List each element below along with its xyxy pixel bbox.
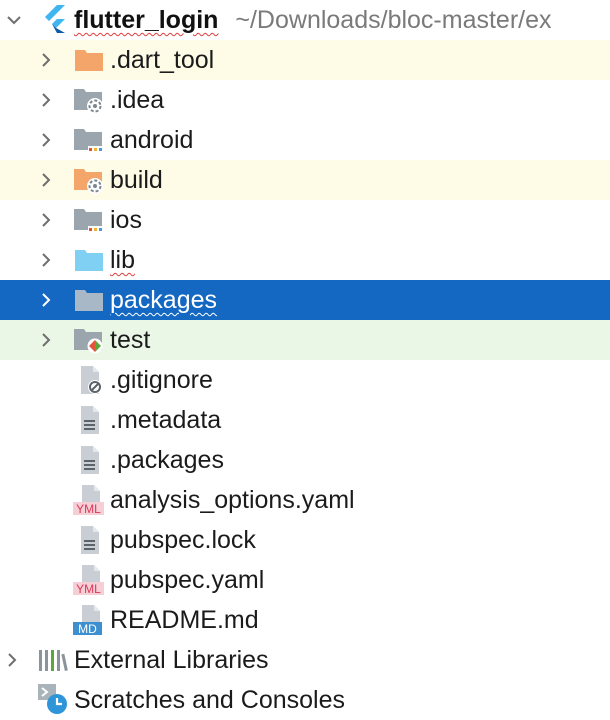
module-folder-icon xyxy=(72,203,106,237)
text-file-icon xyxy=(72,523,106,557)
tree-item-label: .dart_tool xyxy=(110,46,215,74)
chevron-right-icon[interactable] xyxy=(34,160,58,200)
source-folder-icon xyxy=(72,243,106,277)
tree-item-label: .idea xyxy=(110,86,165,114)
tree-row-folder-selected[interactable]: packages xyxy=(0,280,610,320)
test-folder-icon xyxy=(72,323,106,357)
tree-item-label: pubspec.yaml xyxy=(110,566,265,594)
excluded-folder-icon xyxy=(72,163,106,197)
yaml-file-icon: YML xyxy=(72,563,106,597)
tree-item-label: build xyxy=(110,166,163,194)
tree-item-label: lib xyxy=(110,246,136,274)
project-tree: flutter_login ~/Downloads/bloc-master/ex… xyxy=(0,0,610,720)
yaml-badge-text: YML xyxy=(76,502,101,516)
tree-row-folder[interactable]: ios xyxy=(0,200,610,240)
tree-row-file[interactable]: YML pubspec.yaml xyxy=(0,560,610,600)
tree-row-folder[interactable]: lib xyxy=(0,240,610,280)
tree-row-file[interactable]: .packages xyxy=(0,440,610,480)
tree-item-label: README.md xyxy=(110,606,259,634)
chevron-right-icon[interactable] xyxy=(34,320,58,360)
tree-item-label: .gitignore xyxy=(110,366,213,394)
chevron-right-icon[interactable] xyxy=(0,640,24,680)
tree-row-project-root[interactable]: flutter_login ~/Downloads/bloc-master/ex xyxy=(0,0,610,40)
settings-folder-icon xyxy=(72,83,106,117)
tree-row-external-libraries[interactable]: External Libraries xyxy=(0,640,610,680)
tree-item-label: .metadata xyxy=(110,406,222,434)
project-path: ~/Downloads/bloc-master/ex xyxy=(235,6,552,34)
tree-row-file[interactable]: YML analysis_options.yaml xyxy=(0,480,610,520)
project-name-row: flutter_login ~/Downloads/bloc-master/ex xyxy=(74,6,552,34)
folder-orange-icon xyxy=(72,43,106,77)
external-libraries-label: External Libraries xyxy=(74,646,269,674)
tree-row-folder[interactable]: .dart_tool xyxy=(0,40,610,80)
chevron-right-icon[interactable] xyxy=(34,240,58,280)
chevron-down-icon[interactable] xyxy=(2,0,26,40)
tree-item-label: packages xyxy=(110,286,218,314)
chevron-right-icon[interactable] xyxy=(34,200,58,240)
scratches-icon xyxy=(36,682,70,716)
tree-item-label: test xyxy=(110,326,151,354)
tree-row-file[interactable]: .gitignore xyxy=(0,360,610,400)
text-file-icon xyxy=(72,403,106,437)
tree-item-label: analysis_options.yaml xyxy=(110,486,355,514)
module-folder-icon xyxy=(72,123,106,157)
text-file-icon xyxy=(72,443,106,477)
chevron-right-icon[interactable] xyxy=(34,80,58,120)
tree-row-folder[interactable]: android xyxy=(0,120,610,160)
scratches-label: Scratches and Consoles xyxy=(74,686,345,714)
yaml-badge-text: YML xyxy=(76,582,101,596)
chevron-right-icon[interactable] xyxy=(34,280,58,320)
markdown-file-icon: MD xyxy=(72,603,106,637)
tree-row-file[interactable]: MD README.md xyxy=(0,600,610,640)
tree-item-label: ios xyxy=(110,206,142,234)
tree-item-label: .packages xyxy=(110,446,224,474)
yaml-file-icon: YML xyxy=(72,483,106,517)
chevron-right-icon[interactable] xyxy=(34,120,58,160)
tree-row-file[interactable]: pubspec.lock xyxy=(0,520,610,560)
ignored-file-icon xyxy=(72,363,106,397)
tree-row-file[interactable]: .metadata xyxy=(0,400,610,440)
chevron-right-icon[interactable] xyxy=(34,40,58,80)
library-icon xyxy=(36,643,70,677)
project-name: flutter_login xyxy=(74,6,219,34)
markdown-badge-text: MD xyxy=(78,622,97,636)
tree-row-folder[interactable]: test xyxy=(0,320,610,360)
flutter-icon xyxy=(38,2,72,36)
tree-item-label: pubspec.lock xyxy=(110,526,256,554)
tree-row-folder[interactable]: build xyxy=(0,160,610,200)
tree-row-scratches[interactable]: Scratches and Consoles xyxy=(0,680,610,720)
folder-icon xyxy=(72,283,106,317)
tree-row-folder[interactable]: .idea xyxy=(0,80,610,120)
tree-item-label: android xyxy=(110,126,194,154)
